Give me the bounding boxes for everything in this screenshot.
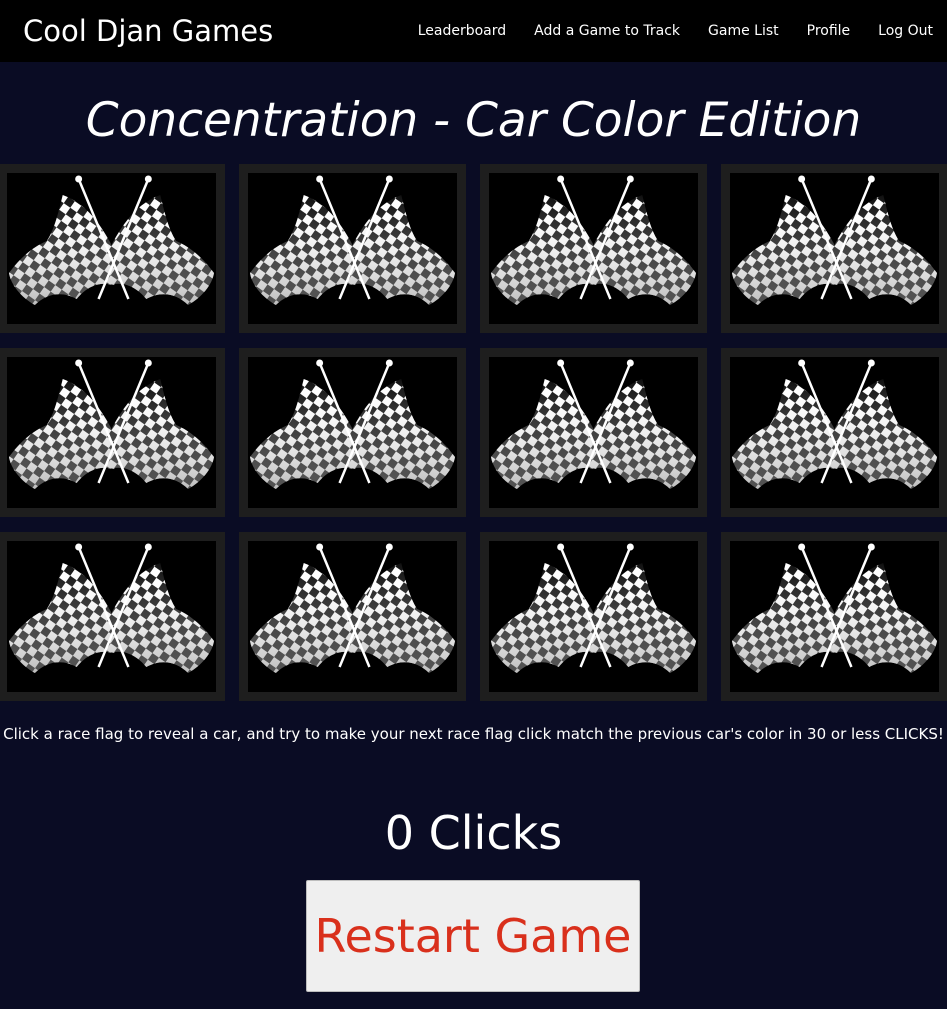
- instructions-text: Click a race flag to reveal a car, and t…: [3, 725, 944, 743]
- nav-link-log-out[interactable]: Log Out: [878, 20, 933, 42]
- card-6[interactable]: [239, 348, 466, 517]
- click-counter: 0 Clicks: [384, 806, 563, 860]
- checkered-flags-icon: [489, 357, 698, 508]
- checkered-flags-icon: [730, 541, 939, 692]
- navbar: Cool Djan Games Leaderboard Add a Game t…: [0, 0, 947, 62]
- checkered-flags-icon: [7, 357, 216, 508]
- card-face: [248, 541, 457, 692]
- nav-link-add-game[interactable]: Add a Game to Track: [534, 20, 680, 42]
- card-face: [489, 173, 698, 324]
- checkered-flags-icon: [730, 357, 939, 508]
- card-face: [730, 357, 939, 508]
- card-10[interactable]: [239, 532, 466, 701]
- brand-title[interactable]: Cool Djan Games: [23, 12, 273, 50]
- card-face: [7, 541, 216, 692]
- card-face: [730, 541, 939, 692]
- nav-link-game-list[interactable]: Game List: [708, 20, 779, 42]
- card-7[interactable]: [480, 348, 707, 517]
- checkered-flags-icon: [248, 541, 457, 692]
- card-5[interactable]: [0, 348, 225, 517]
- card-11[interactable]: [480, 532, 707, 701]
- card-face: [248, 173, 457, 324]
- checkered-flags-icon: [248, 173, 457, 324]
- card-face: [248, 357, 457, 508]
- card-8[interactable]: [721, 348, 947, 517]
- card-3[interactable]: [480, 164, 707, 333]
- card-face: [7, 357, 216, 508]
- card-4[interactable]: [721, 164, 947, 333]
- card-9[interactable]: [0, 532, 225, 701]
- nav-links: Leaderboard Add a Game to Track Game Lis…: [390, 20, 933, 42]
- page-title: Concentration - Car Color Edition: [85, 93, 862, 148]
- checkered-flags-icon: [489, 541, 698, 692]
- checkered-flags-icon: [248, 357, 457, 508]
- card-2[interactable]: [239, 164, 466, 333]
- checkered-flags-icon: [7, 173, 216, 324]
- card-face: [730, 173, 939, 324]
- card-grid: [0, 164, 947, 701]
- nav-link-leaderboard[interactable]: Leaderboard: [418, 20, 506, 42]
- restart-game-button[interactable]: Restart Game: [306, 880, 640, 992]
- card-face: [489, 541, 698, 692]
- checkered-flags-icon: [730, 173, 939, 324]
- checkered-flags-icon: [489, 173, 698, 324]
- card-face: [7, 173, 216, 324]
- card-face: [489, 357, 698, 508]
- nav-link-profile[interactable]: Profile: [807, 20, 851, 42]
- checkered-flags-icon: [7, 541, 216, 692]
- card-12[interactable]: [721, 532, 947, 701]
- card-1[interactable]: [0, 164, 225, 333]
